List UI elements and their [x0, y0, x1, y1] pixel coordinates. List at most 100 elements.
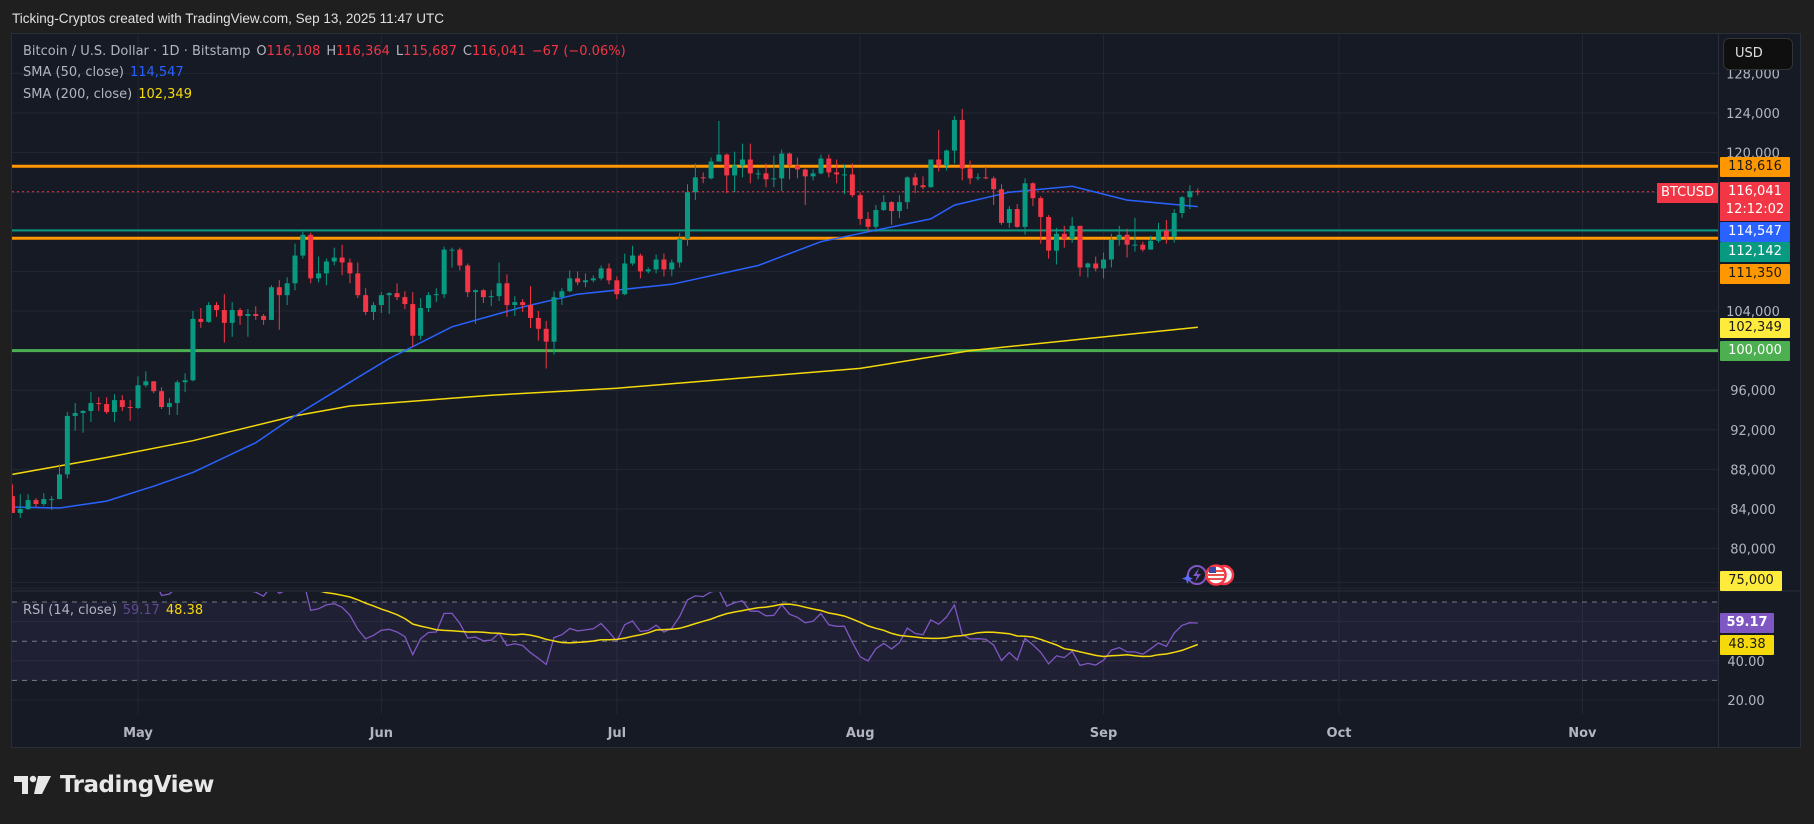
candle — [889, 201, 895, 225]
rsi-legend[interactable]: RSI (14, close) 59.17 48.38 — [23, 603, 209, 618]
candle — [975, 173, 981, 181]
candle-body-up — [49, 499, 55, 501]
candle — [528, 286, 533, 328]
candle-body-down — [849, 174, 855, 196]
candle-body-up — [378, 295, 384, 306]
candle-body-down — [308, 234, 314, 279]
candle — [1163, 219, 1169, 244]
candle-body-down — [221, 310, 227, 323]
candle-body-up — [590, 278, 596, 281]
price-chart[interactable]: 128,000124,000120,000104,00096,00092,000… — [0, 0, 1814, 824]
price-axis-label: 96,000 — [1730, 384, 1776, 399]
candle-body-up — [449, 249, 455, 251]
sma50-line — [12, 185, 1198, 509]
candle-body-down — [1163, 230, 1169, 237]
candle-body-up — [1069, 225, 1075, 239]
candle-body-down — [787, 153, 793, 166]
candle-body-up — [386, 293, 392, 296]
candle-body-up — [1108, 239, 1114, 260]
high-value: 116,364 — [336, 44, 390, 59]
candle — [104, 397, 110, 414]
candle — [991, 176, 997, 206]
candle-body-up — [331, 257, 337, 262]
candle-body-down — [1061, 233, 1067, 239]
candle-body-up — [229, 310, 235, 323]
candle-body-down — [826, 158, 832, 173]
candle — [433, 288, 439, 303]
candle-body-up — [1156, 230, 1161, 241]
candle-body-down — [339, 257, 345, 263]
sma200-price-badge: 102,349 — [1720, 318, 1790, 338]
candle-body-down — [261, 315, 267, 320]
candle-body-up — [425, 295, 431, 309]
time-axis[interactable]: May Jun Jul Aug Sep Oct Nov — [123, 726, 1597, 741]
candle-body-up — [206, 305, 212, 322]
candle-body-up — [896, 202, 902, 212]
candle — [1014, 204, 1020, 228]
candle — [834, 159, 840, 184]
tradingview-logo[interactable]: TradingView — [14, 772, 214, 798]
us-flag-economic-event-icon[interactable] — [1205, 564, 1235, 586]
candle — [967, 160, 973, 185]
candle-body-up — [300, 234, 306, 256]
open-value: 116,108 — [266, 44, 321, 59]
candle-body-up — [41, 499, 47, 505]
candle — [1053, 227, 1059, 265]
candle-body-up — [1053, 233, 1059, 251]
candle — [17, 494, 23, 518]
candle — [143, 371, 149, 388]
candle — [480, 289, 486, 304]
candle — [1030, 182, 1036, 207]
candles — [12, 109, 1201, 518]
candle — [88, 392, 94, 422]
candle-body-up — [64, 415, 70, 475]
rsi-label: RSI (14, close) — [23, 603, 117, 618]
time-axis-label-nov: Nov — [1568, 726, 1597, 741]
candle-body-down — [104, 404, 110, 412]
symbol-name: Bitcoin / U.S. Dollar · 1D · Bitstamp — [23, 44, 251, 59]
candle — [1093, 256, 1099, 272]
candle-body-up — [739, 159, 745, 166]
candle-body-down — [543, 328, 549, 342]
lightning-event-icon[interactable] — [1182, 565, 1207, 585]
candle-body-down — [575, 278, 581, 283]
candle — [465, 263, 471, 298]
candle-body-up — [316, 273, 322, 279]
candle-body-down — [237, 310, 243, 316]
candle-body-up — [80, 410, 86, 413]
sma50-legend[interactable]: SMA (50, close) 114,547 — [23, 65, 190, 80]
candle-body-up — [245, 313, 251, 316]
candle-body-up — [174, 382, 180, 404]
candle — [708, 157, 714, 180]
candle-body-down — [410, 304, 416, 336]
time-axis-label-sep: Sep — [1090, 726, 1118, 741]
currency-button[interactable]: USD — [1723, 38, 1793, 70]
candle-body-down — [1077, 225, 1083, 268]
candle — [1124, 228, 1130, 258]
candle-body-up — [975, 177, 981, 179]
candle-body-up — [1085, 263, 1091, 268]
candle — [300, 231, 306, 259]
candle — [284, 277, 290, 306]
sma200-legend[interactable]: SMA (200, close) 102,349 — [23, 87, 198, 102]
candle-body-up — [622, 263, 628, 295]
candle — [896, 195, 902, 218]
candle-body-up — [166, 403, 172, 408]
tradingview-logo-icon — [14, 775, 51, 794]
candle — [25, 494, 31, 510]
price-axis-label: 92,000 — [1730, 424, 1776, 439]
candle-body-up — [818, 158, 824, 174]
candle-body-down — [936, 159, 942, 166]
last-price-badge: 116,041 12:12:02 — [1720, 182, 1790, 221]
orange-level-badge: 111,350 — [1720, 264, 1790, 284]
symbol-legend[interactable]: Bitcoin / U.S. Dollar · 1D · Bitstamp O11… — [23, 44, 632, 59]
candle — [1140, 241, 1146, 252]
candle — [692, 163, 698, 201]
candle-body-up — [559, 291, 565, 298]
candle-body-down — [834, 172, 840, 175]
rsi-value: 59.17 — [122, 603, 160, 618]
candle-body-down — [614, 280, 620, 295]
sma50-label: SMA (50, close) — [23, 65, 124, 80]
candle-body-up — [1171, 212, 1177, 237]
candle — [779, 149, 785, 192]
